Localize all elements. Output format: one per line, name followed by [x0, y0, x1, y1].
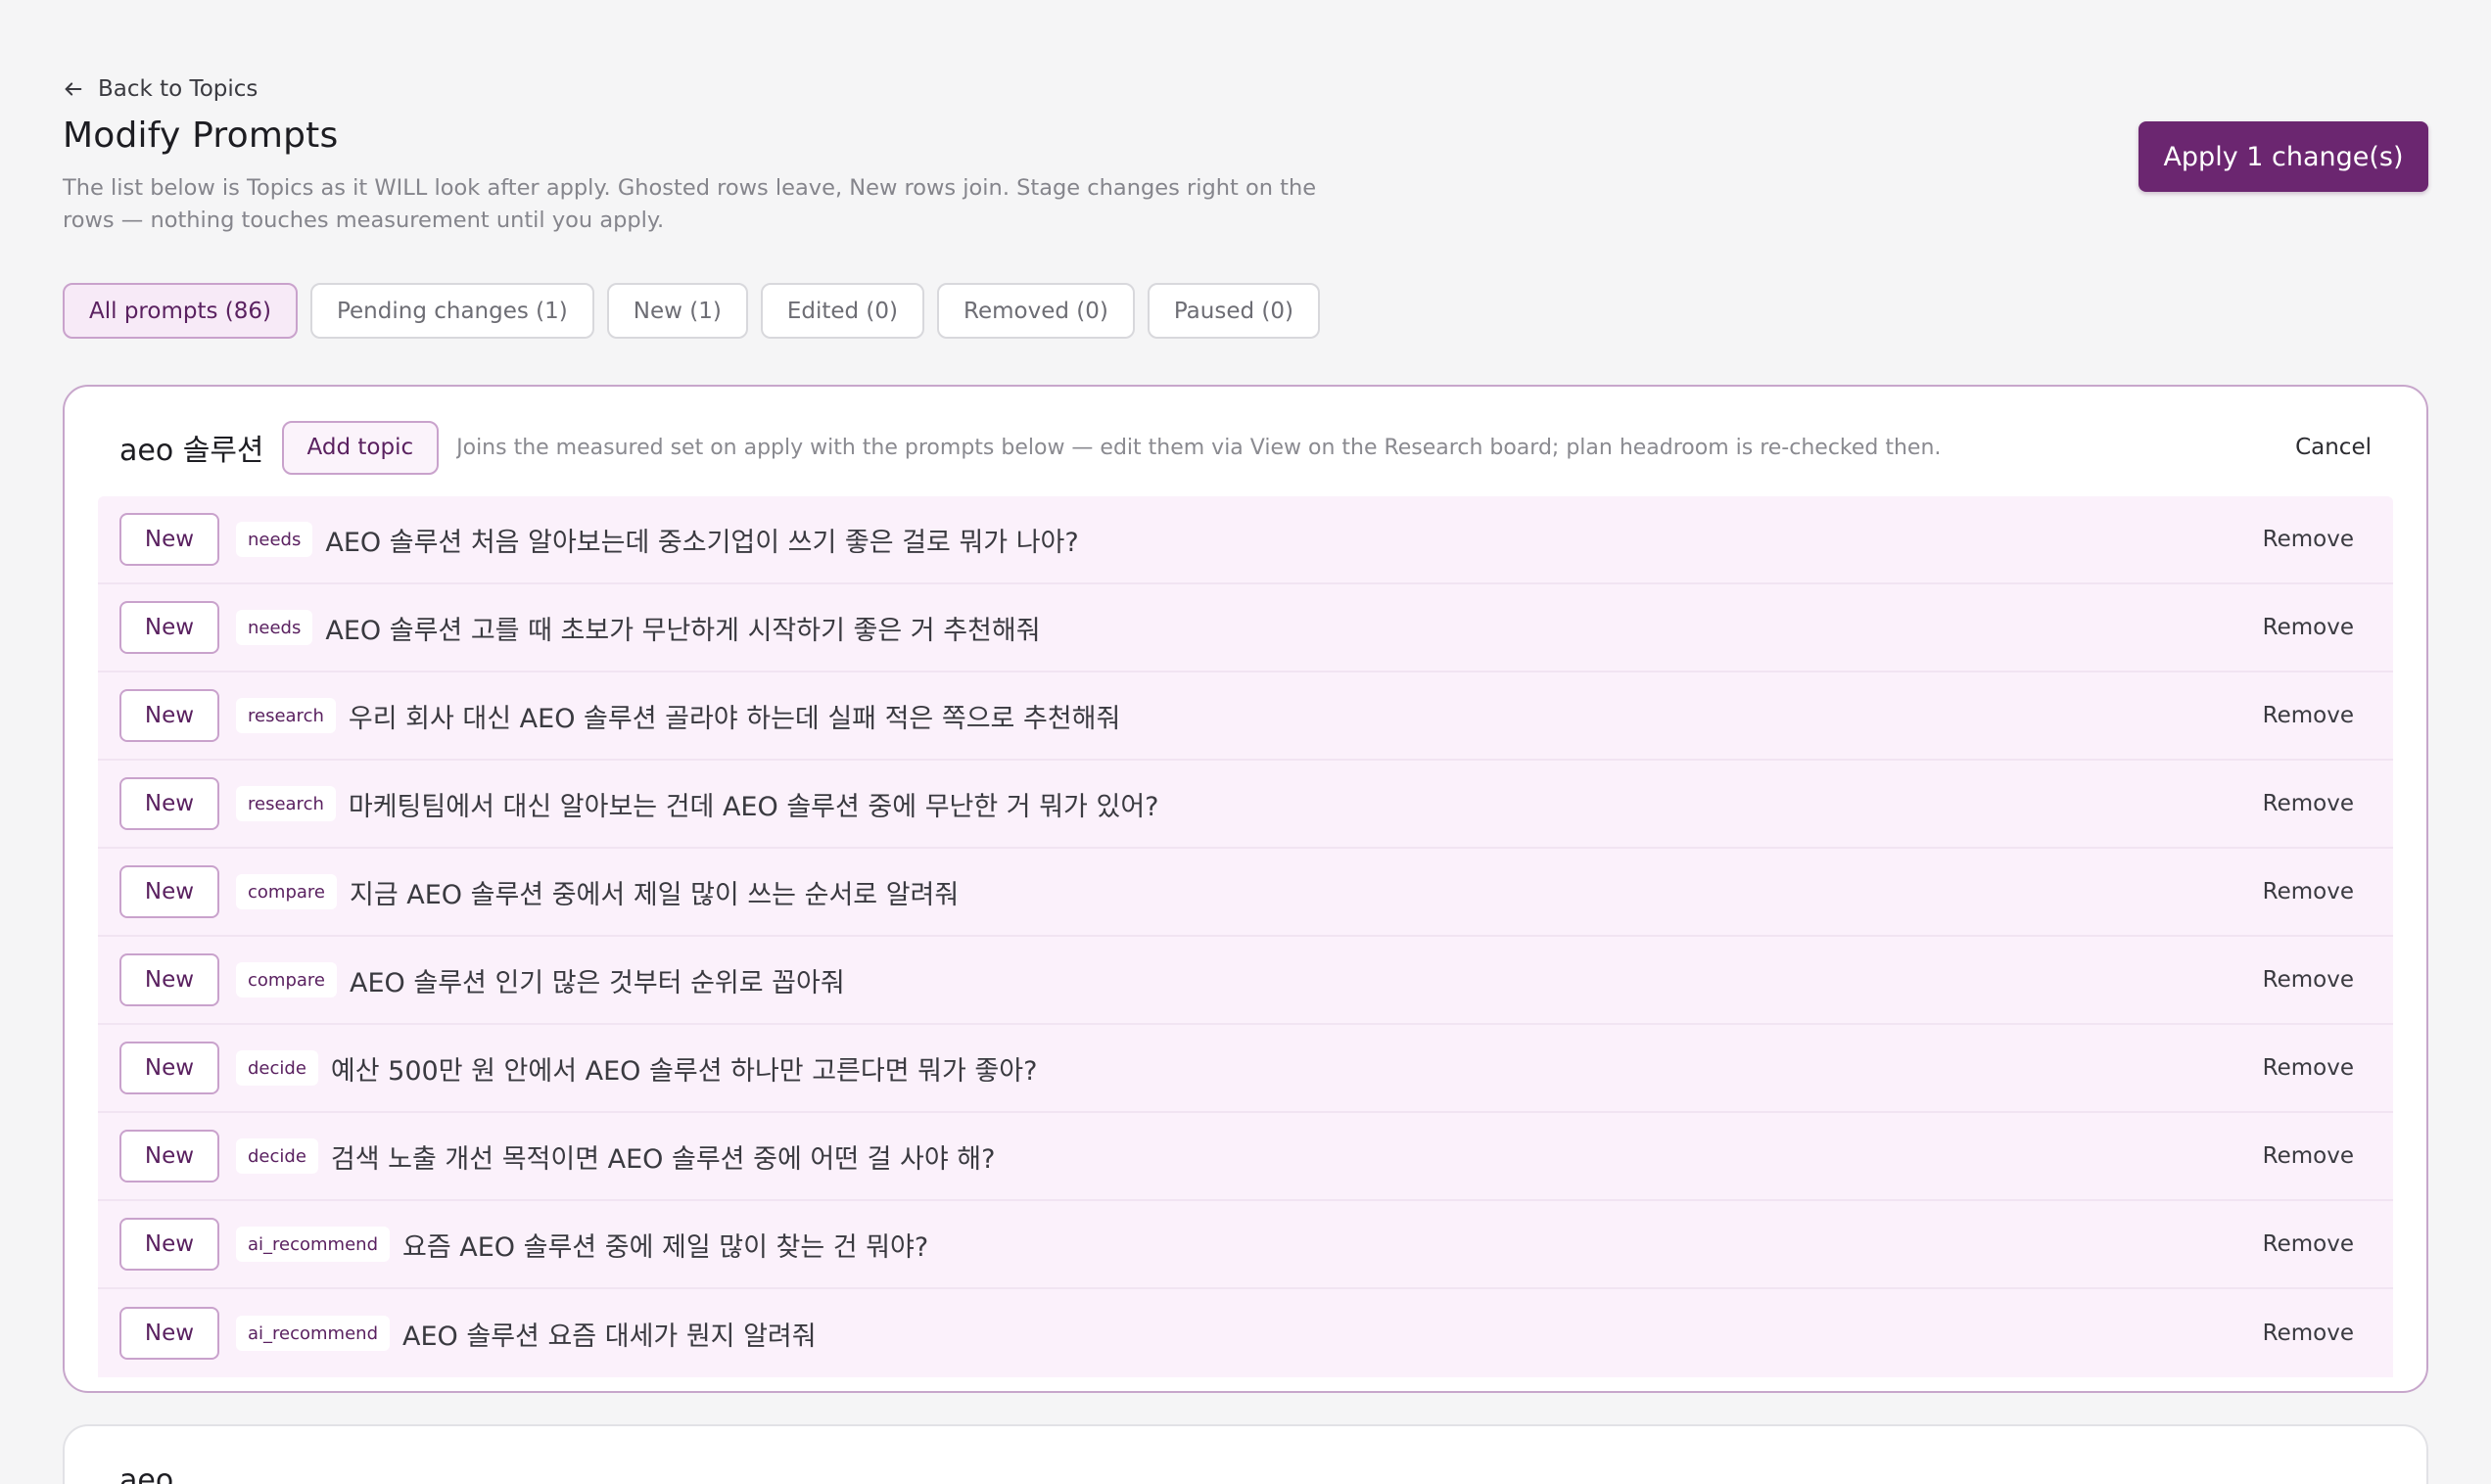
- topic-card: aeo: [63, 1424, 2428, 1484]
- prompt-row: New ai_recommend AEO 솔루션 요즘 대세가 뭔지 알려줘 R…: [98, 1289, 2393, 1377]
- back-to-topics-label: Back to Topics: [98, 76, 258, 102]
- intent-tag: ai_recommend: [236, 1227, 390, 1262]
- topic-note: Joins the measured set on apply with the…: [456, 435, 1942, 460]
- filter-new[interactable]: New (1): [606, 283, 748, 339]
- prompt-text: AEO 솔루션 요즘 대세가 뭔지 알려줘: [402, 1321, 817, 1352]
- new-badge: New: [119, 953, 219, 1006]
- prompt-text: AEO 솔루션 인기 많은 것부터 순위로 꼽아줘: [349, 967, 845, 998]
- prompt-row: New needs AEO 솔루션 처음 알아보는데 중소기업이 쓰기 좋은 걸…: [98, 496, 2393, 584]
- remove-prompt-button[interactable]: Remove: [2263, 1143, 2354, 1169]
- topic-name: aeo: [119, 1463, 174, 1484]
- new-badge: New: [119, 1218, 219, 1271]
- intent-tag: research: [236, 698, 336, 733]
- prompt-row: New compare 지금 AEO 솔루션 중에서 제일 많이 쓰는 순서로 …: [98, 849, 2393, 937]
- new-badge: New: [119, 513, 219, 566]
- prompt-row: New decide 검색 노출 개선 목적이면 AEO 솔루션 중에 어떤 걸…: [98, 1113, 2393, 1201]
- intent-tag: decide: [236, 1138, 318, 1174]
- prompt-row: New research 우리 회사 대신 AEO 솔루션 골라야 하는데 실패…: [98, 672, 2393, 761]
- back-to-topics-link[interactable]: Back to Topics: [63, 76, 258, 102]
- filter-paused[interactable]: Paused (0): [1147, 283, 1320, 339]
- new-badge: New: [119, 689, 219, 742]
- new-badge: New: [119, 1307, 219, 1360]
- remove-prompt-button[interactable]: Remove: [2263, 703, 2354, 728]
- prompt-row: New decide 예산 500만 원 안에서 AEO 솔루션 하나만 고른다…: [98, 1025, 2393, 1113]
- filter-all-prompts[interactable]: All prompts (86): [63, 283, 298, 339]
- prompt-row: New compare AEO 솔루션 인기 많은 것부터 순위로 꼽아줘 Re…: [98, 937, 2393, 1025]
- intent-tag: compare: [236, 874, 337, 909]
- page-description: The list below is Topics as it WILL look…: [63, 175, 1317, 233]
- new-badge: New: [119, 601, 219, 654]
- prompt-row: New ai_recommend 요즘 AEO 솔루션 중에 제일 많이 찾는 …: [98, 1201, 2393, 1289]
- intent-tag: decide: [236, 1050, 318, 1086]
- prompt-text: 우리 회사 대신 AEO 솔루션 골라야 하는데 실패 적은 쪽으로 추천해줘: [348, 703, 1121, 734]
- new-badge: New: [119, 1130, 219, 1183]
- remove-prompt-button[interactable]: Remove: [2263, 1055, 2354, 1081]
- new-badge: New: [119, 777, 219, 830]
- topic-name: aeo 솔루션: [119, 434, 264, 468]
- intent-tag: ai_recommend: [236, 1316, 390, 1351]
- remove-prompt-button[interactable]: Remove: [2263, 1231, 2354, 1257]
- intent-tag: research: [236, 786, 336, 821]
- remove-prompt-button[interactable]: Remove: [2263, 791, 2354, 816]
- new-topic-card: aeo 솔루션 Add topic Joins the measured set…: [63, 385, 2428, 1393]
- intent-tag: needs: [236, 610, 313, 645]
- filter-removed[interactable]: Removed (0): [937, 283, 1135, 339]
- topic-header: aeo 솔루션 Add topic Joins the measured set…: [119, 420, 2372, 475]
- prompt-text: 요즘 AEO 솔루션 중에 제일 많이 찾는 건 뭐야?: [402, 1231, 929, 1263]
- filter-tabs: All prompts (86) Pending changes (1) New…: [63, 283, 1320, 339]
- prompt-text: 마케팅팀에서 대신 알아보는 건데 AEO 솔루션 중에 무난한 거 뭐가 있어…: [348, 791, 1159, 822]
- filter-pending-changes[interactable]: Pending changes (1): [309, 283, 594, 339]
- prompt-text: AEO 솔루션 고를 때 초보가 무난하게 시작하기 좋은 거 추천해줘: [325, 615, 1041, 646]
- intent-tag: compare: [236, 962, 337, 997]
- add-topic-button[interactable]: Add topic: [281, 420, 440, 475]
- page-title: Modify Prompts: [63, 116, 339, 156]
- prompt-text: 지금 AEO 솔루션 중에서 제일 많이 쓰는 순서로 알려줘: [349, 879, 960, 910]
- prompt-row: New needs AEO 솔루션 고를 때 초보가 무난하게 시작하기 좋은 …: [98, 584, 2393, 672]
- modify-prompts-page: Back to Topics Modify Prompts The list b…: [0, 0, 2491, 1484]
- arrow-left-icon: [65, 82, 82, 96]
- cancel-topic-button[interactable]: Cancel: [2295, 435, 2372, 460]
- prompt-text: 예산 500만 원 안에서 AEO 솔루션 하나만 고른다면 뭐가 좋아?: [330, 1055, 1038, 1087]
- prompt-text: 검색 노출 개선 목적이면 AEO 솔루션 중에 어떤 걸 사야 해?: [330, 1143, 996, 1175]
- prompt-row: New research 마케팅팀에서 대신 알아보는 건데 AEO 솔루션 중…: [98, 761, 2393, 849]
- prompt-text: AEO 솔루션 처음 알아보는데 중소기업이 쓰기 좋은 걸로 뭐가 나아?: [325, 527, 1079, 558]
- new-badge: New: [119, 1042, 219, 1094]
- remove-prompt-button[interactable]: Remove: [2263, 1321, 2354, 1346]
- remove-prompt-button[interactable]: Remove: [2263, 527, 2354, 552]
- remove-prompt-button[interactable]: Remove: [2263, 879, 2354, 904]
- filter-edited[interactable]: Edited (0): [760, 283, 925, 339]
- new-badge: New: [119, 865, 219, 918]
- remove-prompt-button[interactable]: Remove: [2263, 615, 2354, 640]
- remove-prompt-button[interactable]: Remove: [2263, 967, 2354, 993]
- apply-changes-button[interactable]: Apply 1 change(s): [2138, 121, 2428, 192]
- intent-tag: needs: [236, 522, 313, 557]
- prompt-list: New needs AEO 솔루션 처음 알아보는데 중소기업이 쓰기 좋은 걸…: [98, 496, 2393, 1377]
